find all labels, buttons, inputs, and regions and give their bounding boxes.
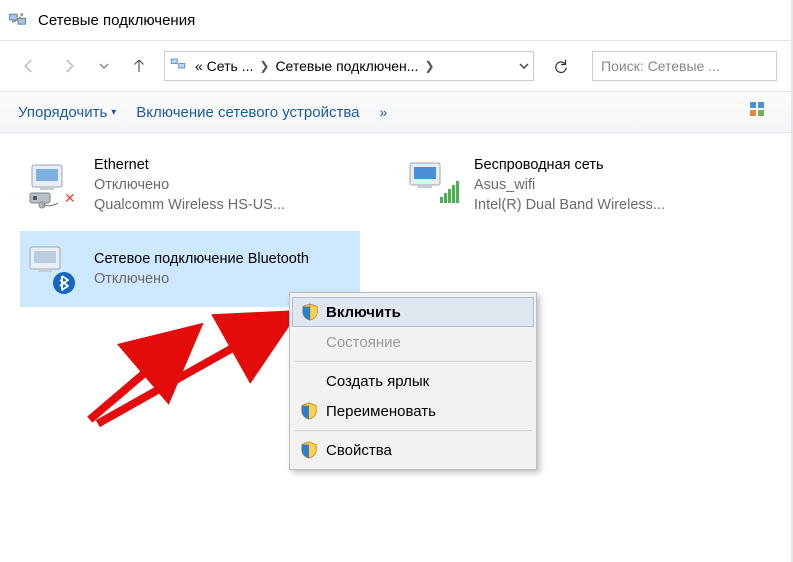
menu-properties-label: Свойства [326,442,392,459]
breadcrumb-root[interactable]: « Сеть ... [191,58,257,74]
address-dropdown[interactable] [519,58,529,74]
search-input[interactable]: Поиск: Сетевые ... [592,51,777,81]
breadcrumb-current[interactable]: Сетевые подключен... [271,58,422,74]
organize-menu[interactable]: Упорядочить ▾ [18,104,116,121]
shield-icon [301,303,319,321]
enable-device-action[interactable]: Включение сетевого устройства [136,104,359,121]
view-options-icon[interactable] [749,106,773,123]
refresh-button[interactable] [548,57,574,75]
network-connections-icon [8,10,28,30]
svg-text:✕: ✕ [64,190,76,206]
shield-icon [300,402,318,420]
chevron-right-icon[interactable]: ❯ [422,59,436,73]
address-bar[interactable]: « Сеть ... ❯ Сетевые подключен... ❯ [164,51,534,81]
adapter-status: Отключено [94,269,352,289]
menu-properties[interactable]: Свойства [292,435,534,465]
toolbar-overflow[interactable]: » [380,104,388,120]
menu-rename[interactable]: Переименовать [292,396,534,426]
menu-enable-label: Включить [326,304,401,321]
adapter-device: Qualcomm Wireless HS-US... [94,195,294,215]
ethernet-adapter-icon: ✕ [28,159,80,211]
menu-enable[interactable]: Включить [292,297,534,327]
chevron-right-icon[interactable]: ❯ [257,59,271,73]
menu-shortcut-label: Создать ярлык [326,373,429,390]
enable-device-label: Включение сетевого устройства [136,104,359,121]
menu-create-shortcut[interactable]: Создать ярлык [292,366,534,396]
nav-history-dropdown[interactable] [94,51,114,81]
adapter-wifi[interactable]: Беспроводная сеть Asus_wifi Intel(R) Dua… [400,147,740,223]
adapter-status: Отключено [94,175,352,195]
menu-rename-label: Переименовать [326,403,436,420]
menu-separator [294,430,532,431]
adapter-ethernet[interactable]: ✕ Ethernet Отключено Qualcomm Wireless H… [20,147,360,223]
context-menu: Включить Состояние Создать ярлык Переиме… [289,292,537,470]
adapter-status: Asus_wifi [474,175,732,195]
wifi-adapter-icon [408,159,460,211]
nav-forward-button[interactable] [54,51,84,81]
network-path-icon [169,56,187,77]
dropdown-arrow-icon: ▾ [111,107,116,118]
search-placeholder: Поиск: Сетевые ... [601,58,720,74]
menu-status: Состояние [292,327,534,357]
nav-back-button[interactable] [14,51,44,81]
nav-up-button[interactable] [124,51,154,81]
menu-status-label: Состояние [326,334,401,351]
adapter-device: Intel(R) Dual Band Wireless... [474,195,674,215]
window-title: Сетевые подключения [38,12,195,29]
adapter-name: Ethernet [94,155,352,175]
menu-separator [294,361,532,362]
adapter-name: Беспроводная сеть [474,155,732,175]
shield-icon [300,441,318,459]
bluetooth-adapter-icon [28,243,80,295]
adapter-name: Сетевое подключение Bluetooth [94,249,352,269]
organize-label: Упорядочить [18,104,107,121]
